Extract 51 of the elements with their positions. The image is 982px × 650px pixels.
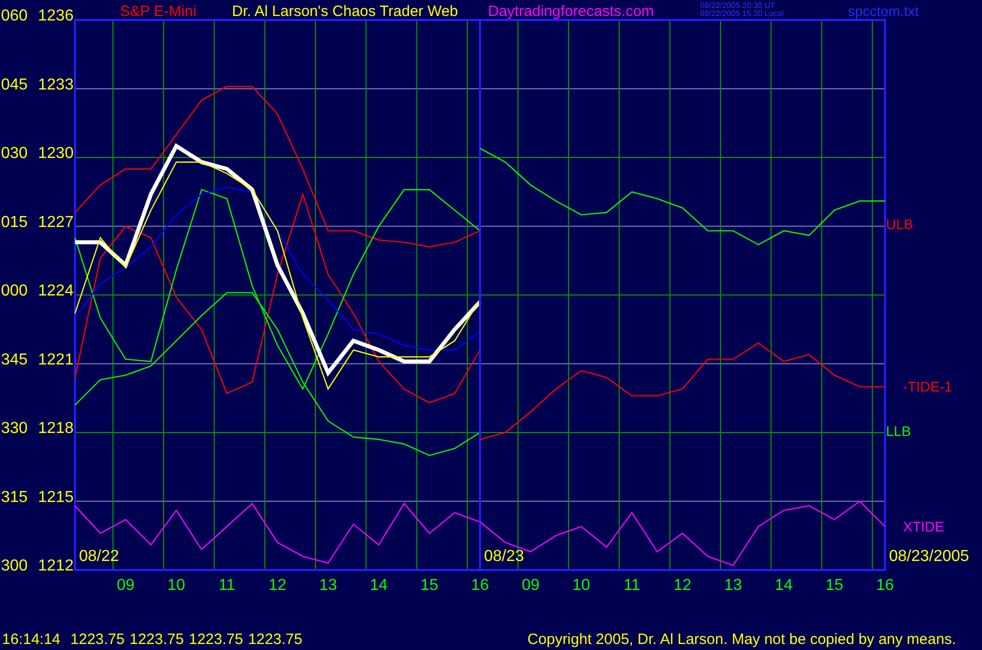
hour-label: 16 [876, 577, 894, 590]
hour-label: 09 [116, 577, 135, 590]
quote-value: 1223.75 [188, 631, 244, 648]
site-link[interactable]: Daytradingforecasts.com [488, 3, 654, 20]
price-axis-label: 1215 [38, 488, 74, 506]
band-label: LLB [886, 423, 911, 439]
degree-axis-label: 030 [1, 145, 28, 162]
date-label: 08/23/2005 [889, 548, 970, 565]
series-label: XTIDE [903, 518, 944, 534]
degree-axis-label: 015 [1, 214, 28, 231]
price-axis-label: 1224 [38, 282, 74, 300]
hour-label: 10 [167, 577, 186, 590]
degree-axis-label: 045 [1, 76, 28, 94]
timestamp: 08/22/2005 20:30 UT [700, 1, 776, 10]
price-axis-label: 1221 [38, 351, 74, 368]
series-label: -TIDE-1 [903, 378, 952, 395]
degree-axis-label: 345 [1, 351, 28, 368]
chart-title: Dr. Al Larson's Chaos Trader Web [232, 3, 458, 20]
price-axis-label: 1218 [38, 420, 74, 437]
degree-axis-label: 315 [1, 488, 28, 506]
hour-label: 14 [370, 577, 388, 590]
price-axis-label: 1236 [38, 8, 74, 24]
quote-value: 1223.75 [70, 631, 125, 648]
file-name: spcctom.txt [848, 3, 919, 19]
copyright-notice: Copyright 2005, Dr. Al Larson. May not be copied by any means. [527, 631, 956, 648]
hour-label: 15 [420, 577, 438, 590]
price-axis-label: 1212 [38, 558, 74, 574]
hour-label: 11 [624, 577, 640, 590]
hour-label: 13 [319, 577, 338, 590]
hour-label: 11 [218, 577, 236, 590]
quote-value: 1223.75 [248, 631, 302, 648]
degree-axis-label: 060 [1, 8, 28, 24]
hour-label: 12 [268, 577, 286, 590]
hour-label: 14 [774, 577, 793, 590]
price-axis-label: 1227 [38, 214, 74, 231]
clock-time: 16:14:14 [2, 631, 60, 648]
hour-label: 15 [825, 577, 844, 590]
price-axis-label: 1230 [38, 145, 74, 162]
hour-label: 16 [471, 577, 489, 590]
quote-value: 1223.75 [130, 631, 184, 648]
price-axis-label: 1233 [38, 76, 74, 94]
hour-label: 10 [572, 577, 590, 590]
hour-label: 09 [522, 577, 540, 590]
hour-label: 13 [724, 577, 742, 590]
instrument-name: S&P E-Mini [120, 3, 196, 20]
band-label: ULB [886, 216, 914, 232]
timestamp: 08/22/2005 15:30 Local [700, 9, 784, 18]
hour-label: 12 [674, 577, 692, 590]
degree-axis-label: 000 [1, 282, 28, 300]
degree-axis-label: 300 [1, 558, 28, 574]
degree-axis-label: 330 [1, 420, 28, 437]
